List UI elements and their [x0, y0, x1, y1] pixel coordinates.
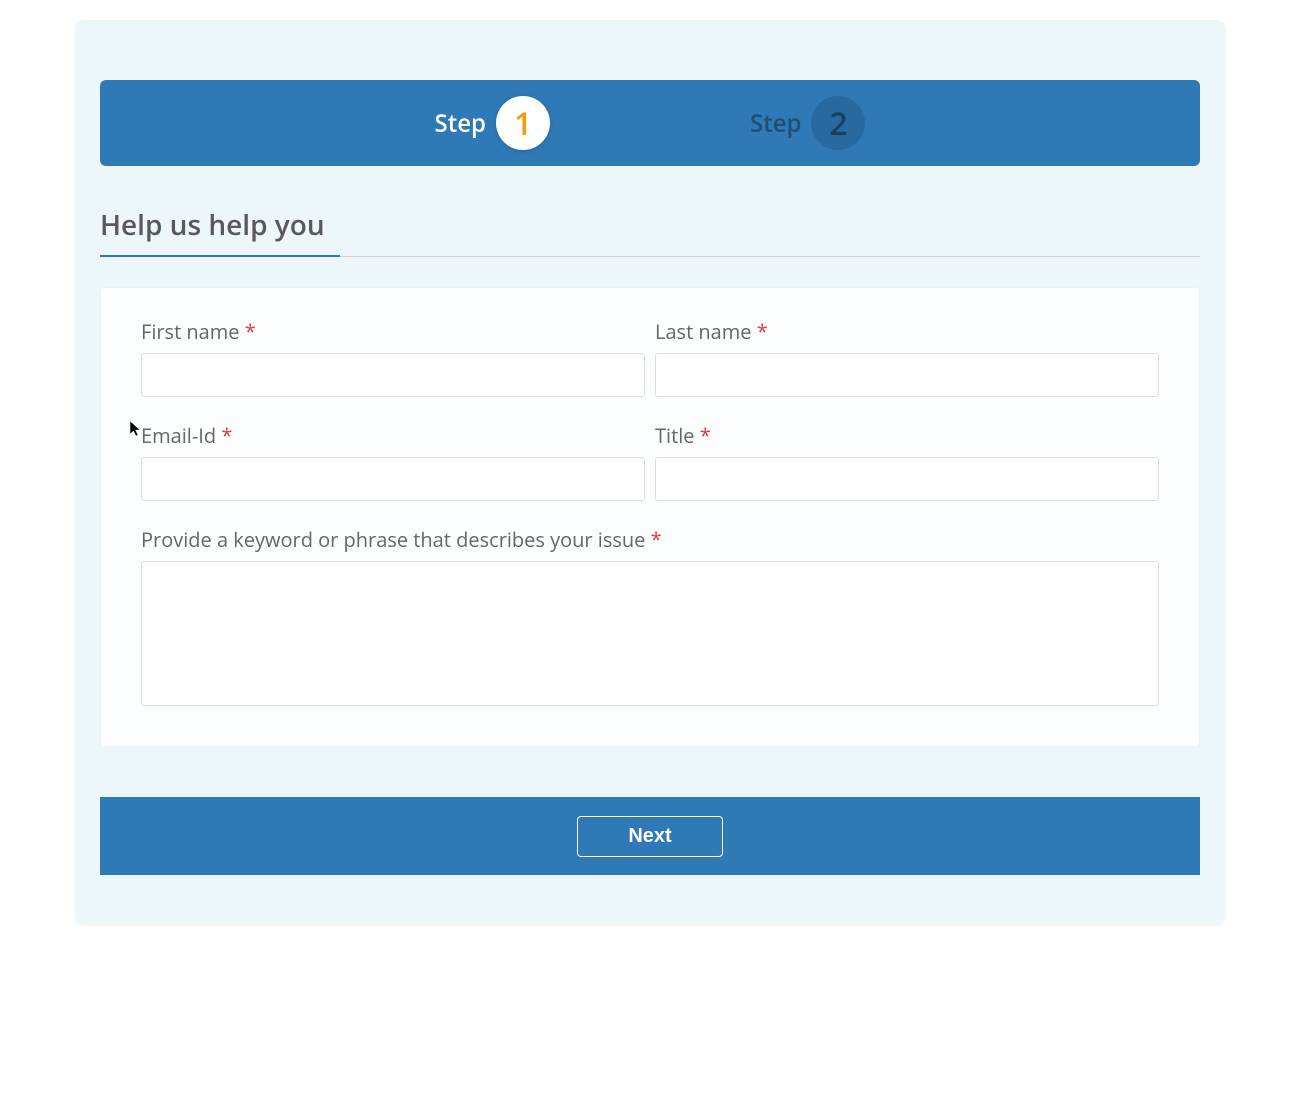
- step-1[interactable]: Step 1: [435, 96, 550, 150]
- form-card: First name * Last name * Email-Id *: [100, 287, 1200, 747]
- required-marker: *: [651, 526, 662, 553]
- next-button[interactable]: Next: [577, 816, 722, 857]
- last-name-group: Last name *: [655, 318, 1159, 397]
- form-row-2: Email-Id * Title *: [141, 422, 1159, 501]
- required-marker: *: [221, 422, 232, 449]
- required-marker: *: [245, 318, 256, 345]
- title-label-text: Title: [655, 422, 694, 449]
- required-marker: *: [757, 318, 768, 345]
- description-label: Provide a keyword or phrase that describ…: [141, 526, 1159, 553]
- step-2-circle: 2: [811, 96, 865, 150]
- step-1-circle: 1: [496, 96, 550, 150]
- first-name-label-text: First name: [141, 318, 240, 345]
- email-input[interactable]: [141, 457, 645, 501]
- form-row-1: First name * Last name *: [141, 318, 1159, 397]
- form-container: Step 1 Step 2 Help us help you First nam…: [75, 20, 1225, 925]
- last-name-label-text: Last name: [655, 318, 752, 345]
- first-name-group: First name *: [141, 318, 645, 397]
- footer-bar: Next: [100, 797, 1200, 875]
- step-2-label: Step: [750, 107, 801, 140]
- description-textarea[interactable]: [141, 561, 1159, 706]
- last-name-label: Last name *: [655, 318, 1159, 345]
- description-label-text: Provide a keyword or phrase that describ…: [141, 526, 645, 553]
- step-2-number: 2: [829, 102, 847, 145]
- step-2[interactable]: Step 2: [750, 96, 865, 150]
- first-name-label: First name *: [141, 318, 645, 345]
- email-label: Email-Id *: [141, 422, 645, 449]
- email-group: Email-Id *: [141, 422, 645, 501]
- step-1-number: 1: [514, 102, 532, 145]
- last-name-input[interactable]: [655, 353, 1159, 397]
- stepper-bar: Step 1 Step 2: [100, 80, 1200, 166]
- step-1-label: Step: [435, 107, 486, 140]
- title-group: Title *: [655, 422, 1159, 501]
- title-input[interactable]: [655, 457, 1159, 501]
- description-group: Provide a keyword or phrase that describ…: [141, 526, 1159, 711]
- first-name-input[interactable]: [141, 353, 645, 397]
- section-underline: [100, 256, 1200, 257]
- title-label: Title *: [655, 422, 1159, 449]
- email-label-text: Email-Id: [141, 422, 216, 449]
- required-marker: *: [700, 422, 711, 449]
- section-title: Help us help you: [100, 206, 1200, 256]
